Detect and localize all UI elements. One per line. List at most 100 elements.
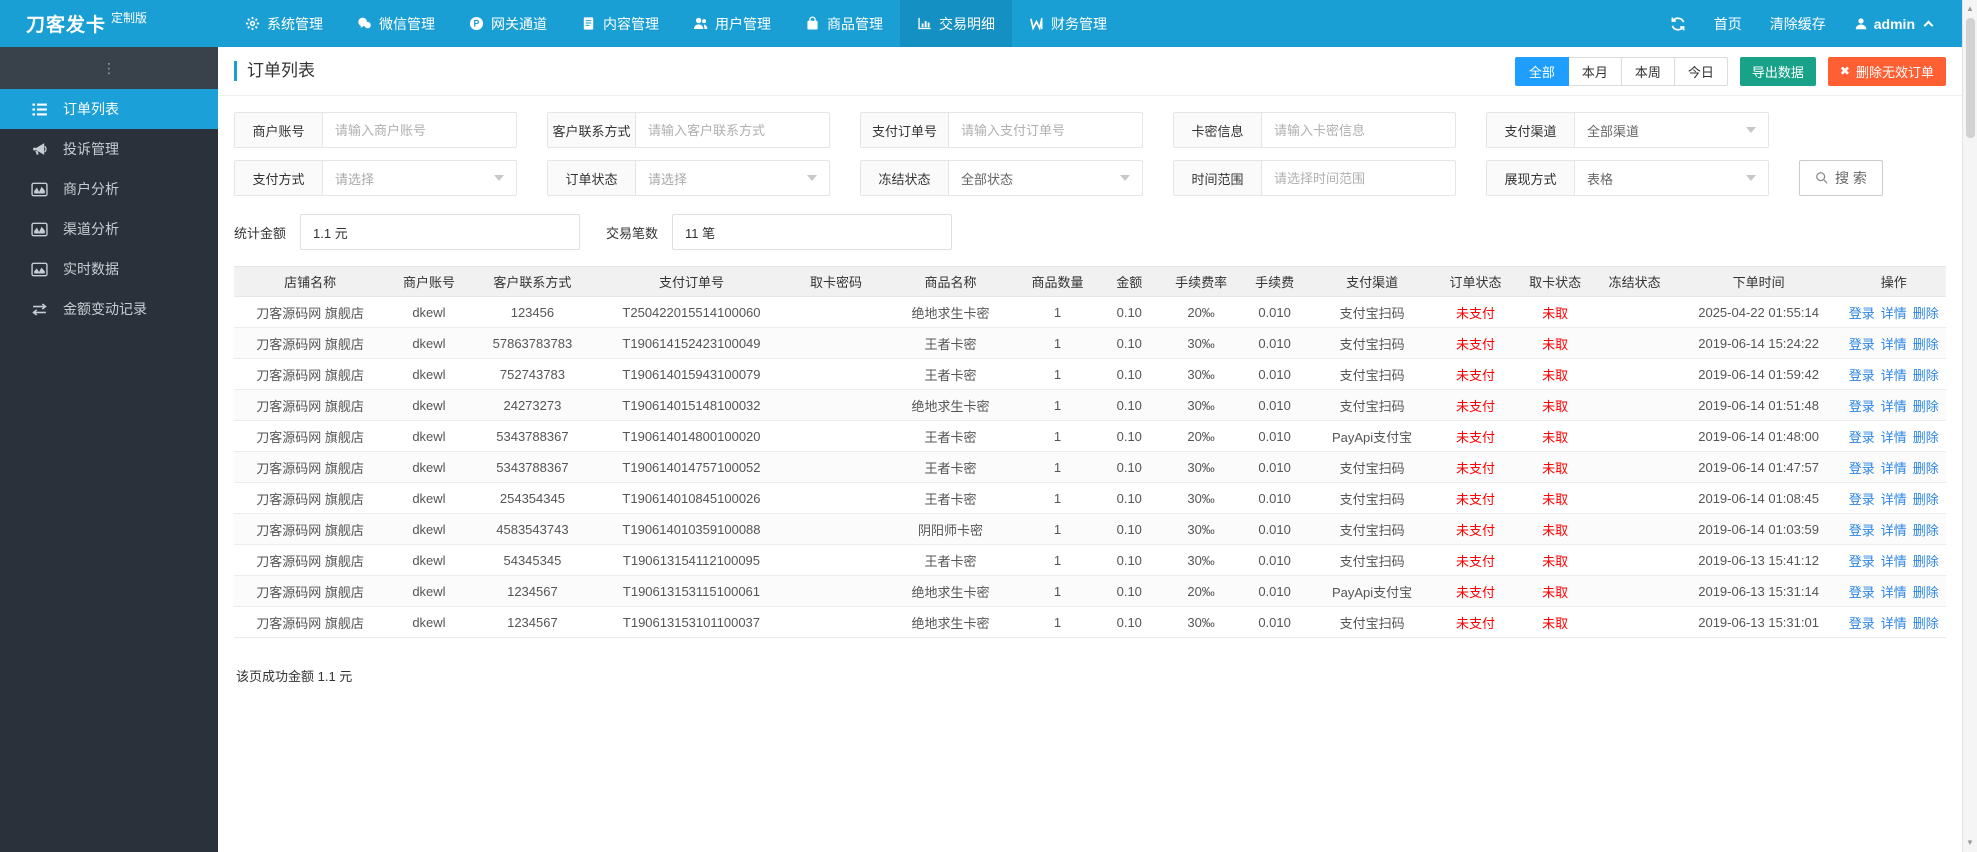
- action-link-login[interactable]: 登录: [1849, 399, 1875, 414]
- filter-input-customer-contact[interactable]: [636, 113, 829, 147]
- column-header-freeze_status: 冻结状态: [1593, 266, 1676, 297]
- cell-merchant: dkewl: [386, 451, 472, 483]
- action-link-delete[interactable]: 删除: [1913, 554, 1939, 569]
- cell-channel: 支付宝扫码: [1309, 606, 1435, 638]
- action-link-login[interactable]: 登录: [1849, 523, 1875, 538]
- page-scrollbar[interactable]: ▲ ▼: [1962, 0, 1977, 852]
- action-link-detail[interactable]: 详情: [1881, 430, 1907, 445]
- nav-item-gateway[interactable]: P 网关通道: [452, 0, 564, 47]
- action-link-login[interactable]: 登录: [1849, 492, 1875, 507]
- action-link-delete[interactable]: 删除: [1913, 399, 1939, 414]
- scroll-up-icon[interactable]: ▲: [1966, 4, 1974, 14]
- cell-contact: 752743783: [471, 358, 594, 390]
- action-link-delete[interactable]: 删除: [1913, 337, 1939, 352]
- range-tab-all[interactable]: 全部: [1514, 56, 1569, 86]
- brand[interactable]: 刀客发卡 定制版: [0, 0, 218, 47]
- range-tab-today[interactable]: 今日: [1674, 56, 1728, 86]
- search-button[interactable]: 搜 索: [1799, 160, 1883, 196]
- stat-value-total-amount[interactable]: [300, 214, 581, 250]
- action-link-delete[interactable]: 删除: [1913, 585, 1939, 600]
- action-link-login[interactable]: 登录: [1849, 616, 1875, 631]
- action-link-login[interactable]: 登录: [1849, 554, 1875, 569]
- filter-input-merchant-account[interactable]: [323, 113, 516, 147]
- action-link-detail[interactable]: 详情: [1881, 616, 1907, 631]
- action-link-detail[interactable]: 详情: [1881, 523, 1907, 538]
- filter-select-pay-channel[interactable]: 全部渠道: [1575, 113, 1768, 147]
- home-link[interactable]: 首页: [1714, 14, 1742, 34]
- action-link-delete[interactable]: 删除: [1913, 430, 1939, 445]
- cell-fee: 0.010: [1239, 575, 1310, 607]
- cell-fee: 0.010: [1239, 296, 1310, 328]
- cell-contact: 57863783783: [471, 327, 594, 359]
- main-panel: 订单列表 全部本月本周今日 导出数据 ✖ 删除无效订单 商户账号客户联系方式支付…: [218, 47, 1962, 852]
- filter-input-time-range[interactable]: [1262, 161, 1455, 195]
- user-menu[interactable]: admin: [1854, 16, 1934, 32]
- sidebar-item-complaints[interactable]: 投诉管理: [0, 129, 218, 169]
- sidebar-collapse-handle[interactable]: ⋮: [0, 47, 218, 89]
- cell-actions: 登录 详情 删除: [1841, 358, 1946, 390]
- nav-item-goods[interactable]: 商品管理: [788, 0, 900, 47]
- filter-label: 卡密信息: [1174, 113, 1262, 147]
- action-link-delete[interactable]: 删除: [1913, 368, 1939, 383]
- export-data-button[interactable]: 导出数据: [1739, 56, 1816, 86]
- cell-fee_rate: 30‰: [1162, 544, 1240, 576]
- action-link-login[interactable]: 登录: [1849, 585, 1875, 600]
- cell-actions: 登录 详情 删除: [1841, 575, 1946, 607]
- stat-value-trade-count[interactable]: [672, 214, 953, 250]
- action-link-login[interactable]: 登录: [1849, 337, 1875, 352]
- action-link-login[interactable]: 登录: [1849, 306, 1875, 321]
- action-link-detail[interactable]: 详情: [1881, 399, 1907, 414]
- nav-item-transactions[interactable]: 交易明细: [900, 0, 1012, 47]
- filter-input-card-info[interactable]: [1262, 113, 1455, 147]
- delete-invalid-orders-button[interactable]: ✖ 删除无效订单: [1827, 56, 1946, 86]
- filter-select-freeze-status[interactable]: 全部状态: [949, 161, 1142, 195]
- sidebar-item-amount-change[interactable]: 金额变动记录: [0, 289, 218, 329]
- cell-time: 2019-06-14 01:51:48: [1675, 389, 1842, 421]
- nav-item-wechat[interactable]: 微信管理: [340, 0, 452, 47]
- nav-item-system[interactable]: 系统管理: [228, 0, 340, 47]
- refresh-icon[interactable]: [1670, 16, 1686, 32]
- scroll-down-icon[interactable]: ▼: [1966, 838, 1974, 848]
- action-link-detail[interactable]: 详情: [1881, 368, 1907, 383]
- action-link-delete[interactable]: 删除: [1913, 461, 1939, 476]
- cell-qty: 1: [1018, 482, 1096, 514]
- action-link-login[interactable]: 登录: [1849, 461, 1875, 476]
- filter-select-pay-method[interactable]: 请选择: [323, 161, 516, 195]
- action-link-detail[interactable]: 详情: [1881, 585, 1907, 600]
- range-tab-week[interactable]: 本周: [1621, 56, 1675, 86]
- nav-item-content[interactable]: 内容管理: [564, 0, 676, 47]
- nav-item-finance[interactable]: 财务管理: [1012, 0, 1124, 47]
- cell-card_status: 未取: [1516, 327, 1594, 359]
- action-link-detail[interactable]: 详情: [1881, 461, 1907, 476]
- cell-fee: 0.010: [1239, 451, 1310, 483]
- action-link-delete[interactable]: 删除: [1913, 523, 1939, 538]
- sidebar-item-orders[interactable]: 订单列表: [0, 89, 218, 129]
- sidebar-item-merchant-analysis[interactable]: 商户分析: [0, 169, 218, 209]
- cell-order_status: 未支付: [1434, 482, 1517, 514]
- scrollbar-thumb[interactable]: [1965, 18, 1975, 138]
- action-link-delete[interactable]: 删除: [1913, 492, 1939, 507]
- delete-invalid-orders-label: 删除无效订单: [1855, 64, 1934, 80]
- filter-input-pay-order-no[interactable]: [949, 113, 1142, 147]
- action-link-delete[interactable]: 删除: [1913, 306, 1939, 321]
- action-link-detail[interactable]: 详情: [1881, 337, 1907, 352]
- cell-order_status: 未支付: [1434, 296, 1517, 328]
- cell-actions: 登录 详情 删除: [1841, 513, 1946, 545]
- action-link-login[interactable]: 登录: [1849, 430, 1875, 445]
- page-title: 订单列表: [234, 61, 315, 81]
- cell-time: 2019-06-14 01:47:57: [1675, 451, 1842, 483]
- action-link-login[interactable]: 登录: [1849, 368, 1875, 383]
- column-header-order_status: 订单状态: [1434, 266, 1517, 297]
- action-link-delete[interactable]: 删除: [1913, 616, 1939, 631]
- range-tab-month[interactable]: 本月: [1568, 56, 1622, 86]
- filter-select-order-status[interactable]: 请选择: [636, 161, 829, 195]
- sidebar-item-channel-analysis[interactable]: 渠道分析: [0, 209, 218, 249]
- sidebar-item-realtime-data[interactable]: 实时数据: [0, 249, 218, 289]
- filter-select-display-mode[interactable]: 表格: [1575, 161, 1768, 195]
- action-link-detail[interactable]: 详情: [1881, 306, 1907, 321]
- action-link-detail[interactable]: 详情: [1881, 492, 1907, 507]
- action-link-detail[interactable]: 详情: [1881, 554, 1907, 569]
- cell-channel: PayApi支付宝: [1309, 420, 1435, 452]
- clear-cache-link[interactable]: 清除缓存: [1770, 14, 1826, 34]
- nav-item-users[interactable]: 用户管理: [676, 0, 788, 47]
